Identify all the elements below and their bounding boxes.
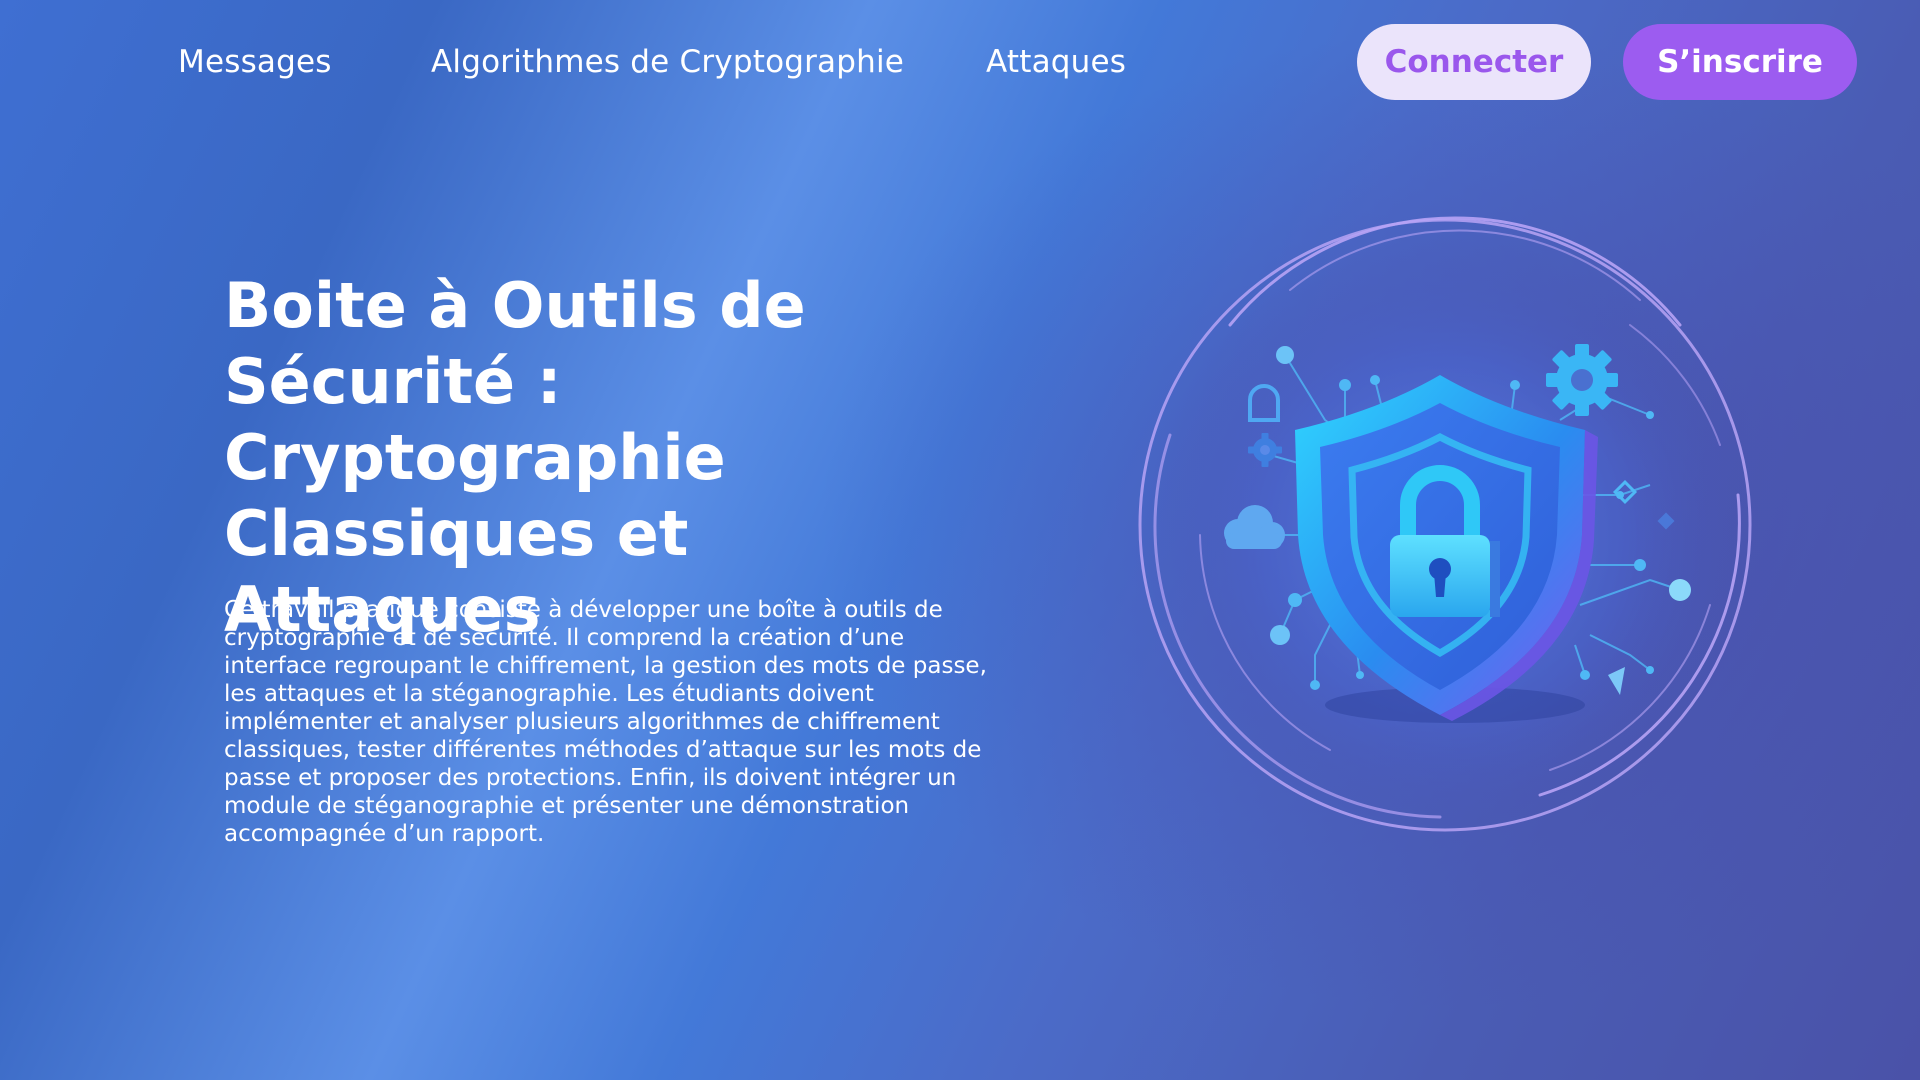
shield-lock-icon	[1138, 216, 1752, 832]
nav-link-cryptography-algorithms[interactable]: Algorithmes de Cryptographie	[431, 44, 904, 80]
hero-title: Boite à Outils de Sécurité : Cryptograph…	[224, 269, 806, 646]
signup-button[interactable]: S’inscrire	[1623, 24, 1857, 100]
nav-link-attacks[interactable]: Attaques	[986, 44, 1126, 80]
login-button[interactable]: Connecter	[1357, 24, 1591, 100]
security-illustration	[1120, 205, 1770, 855]
nav-link-messages[interactable]: Messages	[178, 44, 332, 80]
gear-icon	[1546, 344, 1618, 416]
hero-description: Ce travail pratique consiste à développe…	[224, 597, 987, 847]
